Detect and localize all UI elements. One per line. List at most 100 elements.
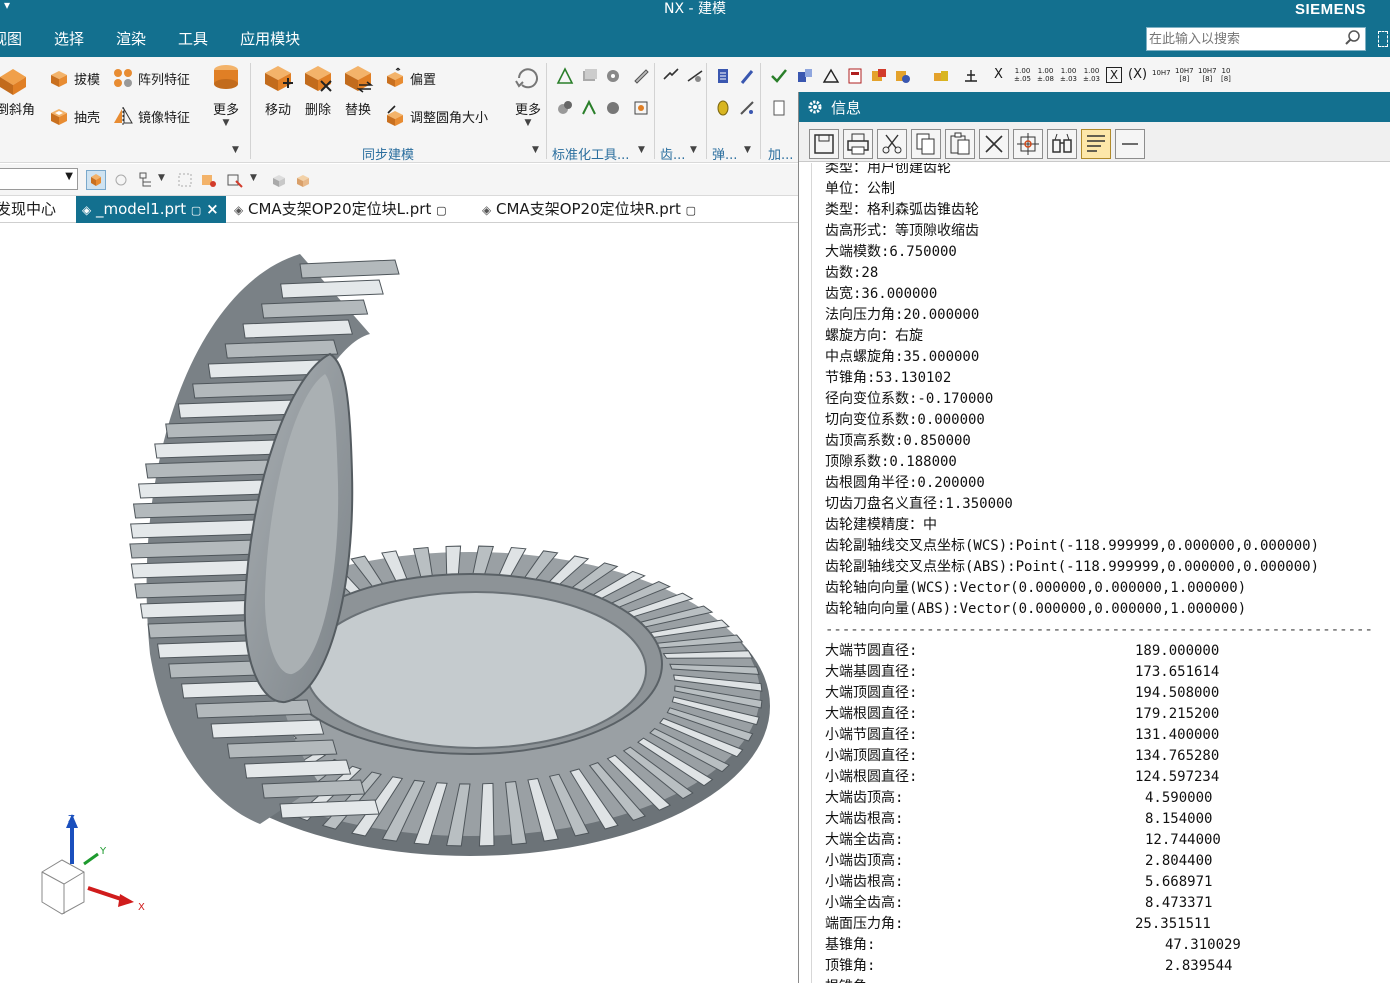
save-info-button[interactable] [809,129,839,159]
select-tree-icon[interactable] [138,171,156,189]
spring-group-expand-icon[interactable]: ▼ [744,145,751,155]
bevel-gear-model[interactable]: Z Y X [0,224,798,983]
select-info-button[interactable] [1013,129,1043,159]
select-edge-icon[interactable] [112,171,130,189]
datum-icon[interactable] [962,67,980,85]
more-sync-button[interactable]: 更多 ▼ [506,61,550,128]
group-label-add[interactable]: 加... [768,144,793,163]
info-param-key: 小端顶圆直径: [825,748,918,764]
std-tool-icon-1[interactable] [556,67,574,85]
sync-group-expand-icon[interactable]: ▼ [532,145,539,155]
std-tool-icon-2[interactable] [580,67,598,85]
std-tool-icon-7[interactable] [604,99,622,117]
triangle-icon[interactable] [822,67,840,85]
precision-1-button[interactable]: 1.00 ±.05 [1014,67,1031,83]
tab-discovery-center[interactable]: 发现中心 [0,196,72,223]
ribbon-separator [546,63,547,159]
tab-close-icon[interactable]: × [206,200,219,218]
group-label-gear[interactable]: 齿... [660,144,685,163]
std-tool-icon-4[interactable] [632,67,650,85]
copy-info-button[interactable] [911,129,941,159]
wrap-text-toggle[interactable] [1081,129,1111,159]
gear-simulation-icon[interactable] [686,67,704,85]
pattern-feature-button[interactable]: 阵列特征 [112,67,190,89]
precision-2-button[interactable]: 1.00 ±.08 [1037,67,1054,83]
chamfer-button[interactable] [0,63,34,97]
add-check-icon[interactable] [770,67,788,85]
paren-x-icon[interactable]: (X) [1128,67,1147,82]
menu-view[interactable]: 视图 [0,28,22,54]
drawing-tool-icon[interactable] [870,67,888,85]
menu-select[interactable]: 选择 [54,28,84,54]
axis-y-label: Y [99,846,107,857]
collapse-info-button[interactable] [1115,129,1145,159]
menu-render[interactable]: 渲染 [116,28,146,54]
select-feature-icon[interactable] [86,170,106,190]
std-tool-icon-8[interactable] [632,99,650,117]
spring-pen-icon[interactable] [738,67,756,85]
spring-coil-icon[interactable] [714,99,732,117]
precision-4-button[interactable]: 1.00 ±.03 [1083,67,1100,83]
fit-4-button[interactable]: 10 [8] [1221,67,1231,83]
group-label-sync-modeling[interactable]: 同步建模 [362,144,414,163]
info-text-area[interactable]: 类型：用户创建齿轮 单位：公制 类型：格利森弧齿锥齿轮 齿高形式：等顶隙收缩齿 大端模数… [811,163,1389,983]
select-tree-caret-icon[interactable]: ▼ [158,173,165,183]
drawing-tool-icon-2[interactable] [894,67,912,85]
info-title-bar[interactable]: 信息 [799,92,1390,122]
offset-region-button[interactable]: 偏置 [384,67,436,89]
tab-cma-r[interactable]: ◈ CMA支架OP20定位块R.prt ▢ [482,196,714,223]
restore-window-icon[interactable] [1378,31,1388,47]
std-tool-icon-6[interactable] [580,99,598,117]
search-icon[interactable] [1344,29,1362,47]
tab-cma-l[interactable]: ◈ CMA支架OP20定位块L.prt ▢ [234,196,466,223]
tab-popout-icon[interactable]: ▢ [686,204,696,217]
group-label-spring[interactable]: 弹... [712,144,737,163]
paste-info-button[interactable] [945,129,975,159]
gear-modeling-icon[interactable] [662,67,680,85]
tab-model1[interactable]: ◈ _model1.prt ▢ × [76,196,226,223]
menu-applications[interactable]: 应用模块 [240,28,300,54]
fit-1-button[interactable]: 10H7 [1152,69,1171,77]
graphics-window[interactable]: Z Y X [0,224,798,983]
pmi-icon[interactable] [932,67,950,85]
show-body-icon[interactable] [270,171,288,189]
tab-popout-icon[interactable]: ▢ [191,204,201,217]
group-label-std-tools[interactable]: 标准化工具... [552,144,629,163]
find-info-button[interactable] [1047,129,1077,159]
delete-face-button[interactable]: 删除 [296,61,340,118]
boxed-x-icon[interactable]: X [1106,67,1122,83]
more-feature-button[interactable]: 更多 ▼ [204,61,248,128]
print-info-button[interactable] [843,129,873,159]
shell-button[interactable]: 抽壳 [48,105,100,127]
snap-face-icon[interactable] [226,171,244,189]
fit-3-button[interactable]: 10H7 [8] [1198,67,1217,83]
close-x-icon[interactable]: X [994,67,1003,82]
drawing-sheet-icon[interactable] [846,67,864,85]
draft-button[interactable]: 拔模 [48,67,100,89]
resize-blend-button[interactable]: 调整圆角大小 [384,105,488,127]
snap-caret-icon[interactable]: ▼ [250,173,257,183]
type-filter-dropdown[interactable]: ▼ [0,168,78,190]
replace-face-button[interactable]: 替换 [336,61,380,118]
std-tool-icon-3[interactable] [604,67,622,85]
show-sheet-icon[interactable] [294,171,312,189]
clear-info-button[interactable] [979,129,1009,159]
mirror-feature-button[interactable]: 镜像特征 [112,105,190,127]
menu-tools[interactable]: 工具 [178,28,208,54]
spring-list-icon[interactable] [714,67,732,85]
move-face-button[interactable]: 移动 [256,61,300,118]
std-group-expand-icon[interactable]: ▼ [638,145,645,155]
feature-group-expand-icon[interactable]: ▼ [232,145,239,155]
snap-point-icon[interactable] [200,171,218,189]
gear-group-expand-icon[interactable]: ▼ [690,145,697,155]
cut-info-button[interactable] [877,129,907,159]
assembly-icon[interactable] [796,67,814,85]
add-doc-icon[interactable] [770,99,788,117]
std-tool-icon-5[interactable] [556,99,574,117]
precision-3-button[interactable]: 1.00 ±.03 [1060,67,1077,83]
fit-2-button[interactable]: 10H7 [8] [1175,67,1194,83]
select-inside-icon[interactable] [176,171,194,189]
tab-popout-icon[interactable]: ▢ [436,204,446,217]
spring-tool-icon[interactable] [738,99,756,117]
search-input[interactable] [1147,28,1337,50]
